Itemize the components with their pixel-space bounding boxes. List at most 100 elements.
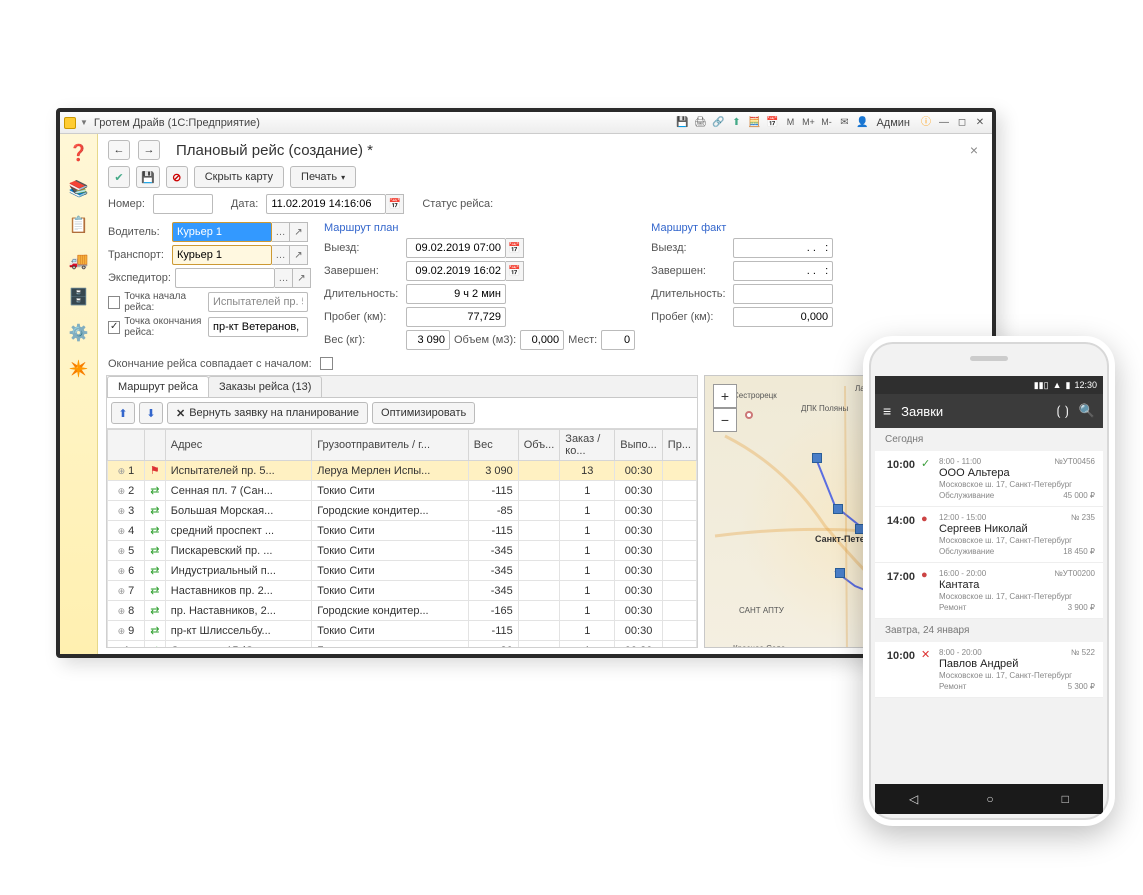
fact-distance-input[interactable] xyxy=(733,307,833,327)
table-row[interactable]: ⊕ 5⇄Пискаревский пр. ...Токио Сити-34510… xyxy=(108,541,697,561)
col-shipper[interactable]: Грузоотправитель / г... xyxy=(312,430,469,461)
plan-duration-input[interactable] xyxy=(406,284,506,304)
up-icon[interactable]: ⬆ xyxy=(728,115,744,131)
clipboard-nav-icon[interactable]: 📋 xyxy=(66,212,92,238)
move-down-button[interactable]: ⬇ xyxy=(139,402,163,424)
table-row[interactable]: ⊕ 8⇄пр. Наставников, 2...Городские конди… xyxy=(108,601,697,621)
col-address[interactable]: Адрес xyxy=(165,430,311,461)
fact-finish-input[interactable] xyxy=(733,261,833,281)
table-row[interactable]: ⊕ 3⇄Большая Морская...Городские кондитер… xyxy=(108,501,697,521)
m-plus-icon[interactable]: M+ xyxy=(800,115,816,131)
books-nav-icon[interactable]: 📚 xyxy=(66,176,92,202)
table-row[interactable]: ⊕ 4⇄средний проспект ...Токио Сити-11510… xyxy=(108,521,697,541)
date-picker-icon[interactable]: 📅 xyxy=(386,194,404,214)
same-end-checkbox[interactable] xyxy=(320,357,333,370)
driver-open-icon[interactable]: ↗ xyxy=(290,222,308,242)
expeditor-select-icon[interactable]: … xyxy=(275,268,293,288)
wifi-icon: ▲ xyxy=(1053,380,1062,390)
calc-icon[interactable]: 🧮 xyxy=(746,115,762,131)
user-icon[interactable]: 👤 xyxy=(854,115,870,131)
mail-icon[interactable]: ✉ xyxy=(836,115,852,131)
driver-input[interactable] xyxy=(172,222,272,242)
table-row[interactable]: ⊕ 1...⇄Славы пр. 15 (Сан...Городские кон… xyxy=(108,641,697,648)
nav-home-icon[interactable]: ○ xyxy=(986,792,993,806)
zoom-in-button[interactable]: + xyxy=(713,384,737,408)
star-nav-icon[interactable]: ✴️ xyxy=(66,356,92,382)
link-icon[interactable]: 🔗 xyxy=(710,115,726,131)
col-volume[interactable]: Объ... xyxy=(518,430,560,461)
dropdown-icon[interactable]: ▼ xyxy=(80,118,88,127)
driver-select-icon[interactable]: … xyxy=(272,222,290,242)
col-order[interactable]: Заказ / ко... xyxy=(560,430,615,461)
menu-icon[interactable]: ≡ xyxy=(883,403,891,419)
form-close-icon[interactable]: × xyxy=(970,142,978,158)
plan-seats-input[interactable] xyxy=(601,330,635,350)
route-grid[interactable]: Адрес Грузоотправитель / г... Вес Объ...… xyxy=(107,429,697,647)
end-point-checkbox[interactable] xyxy=(108,321,120,334)
table-row[interactable]: ⊕ 7⇄Наставников пр. 2...Токио Сити-34510… xyxy=(108,581,697,601)
close-icon[interactable]: ✕ xyxy=(972,115,988,131)
list-item[interactable]: 14:00●№ 23512:00 - 15:00Сергеев НиколайМ… xyxy=(875,507,1103,563)
print-icon[interactable]: 🖨 xyxy=(692,115,708,131)
end-point-input[interactable] xyxy=(208,317,308,337)
db-nav-icon[interactable]: 🗄️ xyxy=(66,284,92,310)
col-pr[interactable]: Пр... xyxy=(662,430,696,461)
table-row[interactable]: ⊕ 6⇄Индустриальный п...Токио Сити-345100… xyxy=(108,561,697,581)
nav-recent-icon[interactable]: □ xyxy=(1062,792,1069,806)
col-weight[interactable]: Вес xyxy=(468,430,518,461)
move-up-button[interactable]: ⬆ xyxy=(111,402,135,424)
table-row[interactable]: ⊕ 2⇄Сенная пл. 7 (Сан...Токио Сити-11510… xyxy=(108,481,697,501)
calendar-icon[interactable]: 📅 xyxy=(764,115,780,131)
maximize-icon[interactable]: ◻ xyxy=(954,115,970,131)
transport-select-icon[interactable]: … xyxy=(272,245,290,265)
plan-finish-cal-icon[interactable]: 📅 xyxy=(506,261,524,281)
checkmark-button[interactable]: ✔ xyxy=(108,166,130,188)
m-minus-icon[interactable]: M- xyxy=(818,115,834,131)
save-button[interactable]: 💾 xyxy=(136,166,160,188)
m-icon[interactable]: M xyxy=(782,115,798,131)
forward-button[interactable]: → xyxy=(138,140,160,160)
col-done[interactable]: Выпо... xyxy=(615,430,663,461)
item-price: 18 450 ₽ xyxy=(1063,547,1095,556)
item-address: Московское ш. 17, Санкт-Петербург xyxy=(939,592,1095,601)
settings-nav-icon[interactable]: ⚙️ xyxy=(66,320,92,346)
nav-back-icon[interactable]: ◁ xyxy=(909,792,918,806)
save-icon[interactable]: 💾 xyxy=(674,115,690,131)
minimize-icon[interactable]: — xyxy=(936,115,952,131)
fact-duration-input[interactable] xyxy=(733,284,833,304)
fact-depart-input[interactable] xyxy=(733,238,833,258)
list-item[interactable]: 10:00✓№УТ004568:00 - 11:00ООО АльтераМос… xyxy=(875,451,1103,507)
start-point-input[interactable] xyxy=(208,292,308,312)
transport-input[interactable] xyxy=(172,245,272,265)
plan-depart-cal-icon[interactable]: 📅 xyxy=(506,238,524,258)
info-icon[interactable]: ⓘ xyxy=(918,115,934,131)
back-button[interactable]: ← xyxy=(108,140,130,160)
truck-nav-icon[interactable]: 🚚 xyxy=(66,248,92,274)
list-item[interactable]: 17:00●№УТ0020016:00 - 20:00КантатаМосков… xyxy=(875,563,1103,619)
start-point-checkbox[interactable] xyxy=(108,296,120,309)
plan-depart-input[interactable] xyxy=(406,238,506,258)
plan-distance-input[interactable] xyxy=(406,307,506,327)
date-input[interactable] xyxy=(266,194,386,214)
optimize-button[interactable]: Оптимизировать xyxy=(372,402,475,424)
transport-open-icon[interactable]: ↗ xyxy=(290,245,308,265)
tab-orders[interactable]: Заказы рейса (13) xyxy=(208,376,322,397)
help-nav-icon[interactable]: ❓ xyxy=(66,140,92,166)
number-input[interactable] xyxy=(153,194,213,214)
return-order-button[interactable]: ✕Вернуть заявку на планирование xyxy=(167,402,368,424)
scan-icon[interactable]: ⟮ ⟯ xyxy=(1057,403,1069,419)
expeditor-open-icon[interactable]: ↗ xyxy=(293,268,311,288)
plan-volume-input[interactable] xyxy=(520,330,564,350)
search-icon[interactable]: 🔍 xyxy=(1079,403,1095,419)
tab-route[interactable]: Маршрут рейса xyxy=(107,376,209,397)
expeditor-input[interactable] xyxy=(175,268,275,288)
zoom-out-button[interactable]: − xyxy=(713,408,737,432)
table-row[interactable]: ⊕ 9⇄пр-кт Шлиссельбу...Токио Сити-115100… xyxy=(108,621,697,641)
hide-map-button[interactable]: Скрыть карту xyxy=(194,166,284,188)
plan-finish-input[interactable] xyxy=(406,261,506,281)
table-row[interactable]: ⊕ 1⚑Испытателей пр. 5...Леруа Мерлен Исп… xyxy=(108,461,697,481)
plan-weight-input[interactable] xyxy=(406,330,450,350)
print-button[interactable]: Печать▾ xyxy=(290,166,356,188)
cancel-button[interactable]: ⊘ xyxy=(166,166,188,188)
list-item[interactable]: 10:00✕№ 5228:00 - 20:00Павлов АндрейМоск… xyxy=(875,642,1103,698)
